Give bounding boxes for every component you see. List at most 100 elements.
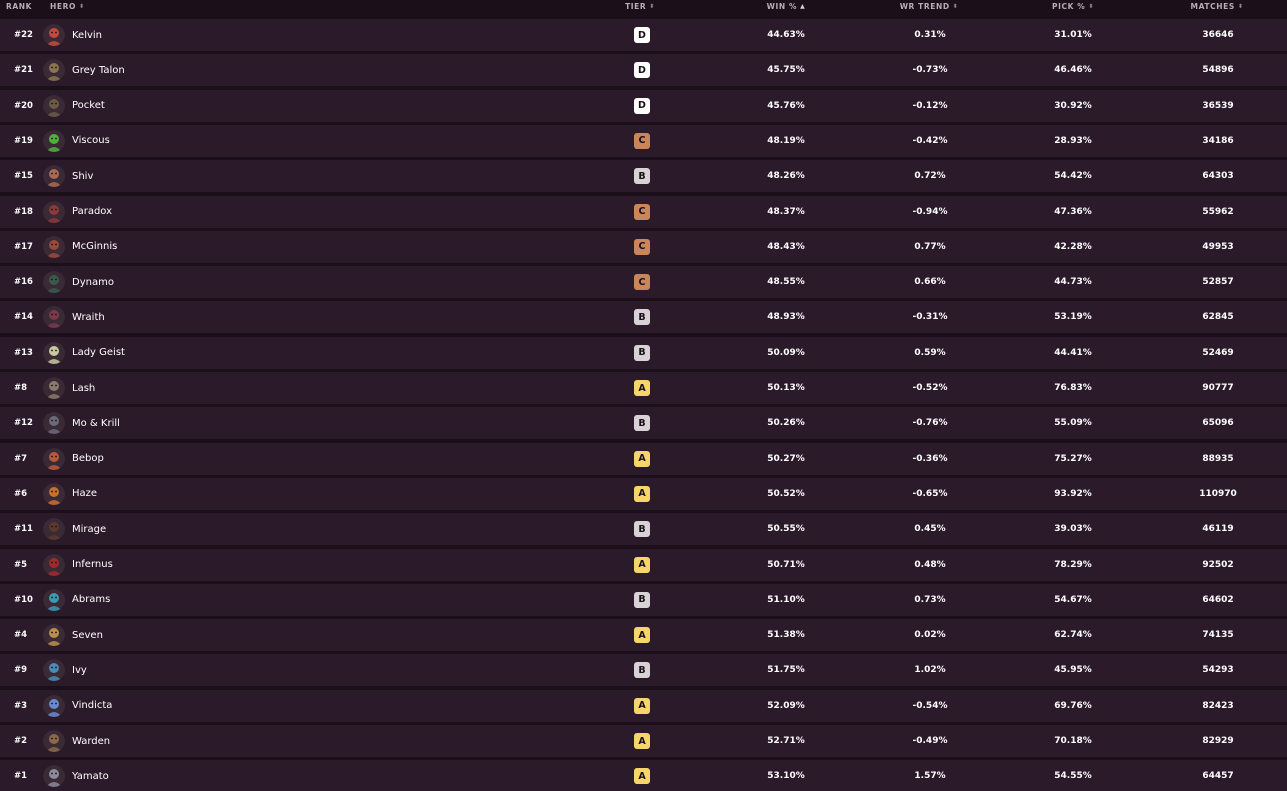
matches-cell: 54293 [1202, 665, 1234, 676]
hero-name[interactable]: Paradox [72, 196, 112, 228]
tier-badge: A [634, 380, 650, 396]
table-row[interactable]: #22 Kelvin D 44.63% 0.31% 31.01% 36646 [0, 19, 1287, 51]
table-row[interactable]: #20 Pocket D 45.76% -0.12% 30.92% 36539 [0, 89, 1287, 122]
column-header-trend[interactable]: WR TREND ⬍ [900, 1, 959, 11]
rank-cell: #3 [14, 700, 28, 711]
hero-name[interactable]: Wraith [72, 301, 105, 333]
win-rate-cell: 44.63% [767, 30, 805, 40]
win-rate-cell: 51.75% [767, 665, 805, 676]
table-row[interactable]: #17 McGinnis C 48.43% 0.77% 42.28% 49953 [0, 230, 1287, 263]
pick-rate-cell: 93.92% [1054, 488, 1092, 499]
hero-name[interactable]: Bebop [72, 443, 104, 475]
rank-cell: #22 [14, 30, 33, 40]
win-rate-cell: 45.75% [767, 65, 805, 76]
table-row[interactable]: #12 Mo & Krill B 50.26% -0.76% 55.09% 65096 [0, 407, 1287, 440]
hero-name[interactable]: Dynamo [72, 266, 114, 298]
column-header-pick[interactable]: PICK % ⬍ [1052, 1, 1094, 11]
win-rate-cell: 48.26% [767, 171, 805, 182]
table-row[interactable]: #13 Lady Geist B 50.09% 0.59% 44.41% 52469 [0, 336, 1287, 369]
table-row[interactable]: #19 Viscous C 48.19% -0.42% 28.93% 34186 [0, 124, 1287, 157]
tier-cell: D [634, 54, 650, 86]
matches-cell: 88935 [1202, 453, 1234, 464]
table-row[interactable]: #7 Bebop A 50.27% -0.36% 75.27% 88935 [0, 442, 1287, 475]
hero-name[interactable]: Abrams [72, 584, 110, 616]
tier-cell: A [634, 372, 650, 404]
win-rate-cell: 50.71% [767, 559, 805, 570]
table-row[interactable]: #9 Ivy B 51.75% 1.02% 45.95% 54293 [0, 654, 1287, 687]
hero-name[interactable]: Pocket [72, 90, 105, 122]
table-row[interactable]: #15 Shiv B 48.26% 0.72% 54.42% 64303 [0, 160, 1287, 193]
win-rate-cell: 53.10% [767, 771, 805, 782]
tier-badge: C [634, 238, 650, 255]
hero-avatar-icon [43, 553, 65, 576]
table-row[interactable]: #3 Vindicta A 52.09% -0.54% 69.76% 82423 [0, 689, 1287, 722]
wr-trend-cell: -0.52% [912, 383, 948, 393]
win-rate-cell: 48.37% [767, 206, 805, 217]
pick-rate-cell: 28.93% [1054, 135, 1092, 146]
sort-icon: ⬍ [952, 2, 959, 10]
hero-name[interactable]: McGinnis [72, 231, 117, 263]
column-header-matches[interactable]: MATCHES ⬍ [1191, 1, 1244, 11]
tier-cell: C [634, 196, 650, 228]
wr-trend-cell: -0.31% [912, 312, 948, 323]
matches-cell: 54896 [1202, 65, 1234, 76]
hero-name[interactable]: Vindicta [72, 690, 112, 722]
table-row[interactable]: #16 Dynamo C 48.55% 0.66% 44.73% 52857 [0, 266, 1287, 299]
wr-trend-cell: -0.49% [912, 736, 948, 746]
tier-cell: A [634, 690, 650, 722]
rank-cell: #6 [14, 488, 28, 499]
table-row[interactable]: #18 Paradox C 48.37% -0.94% 47.36% 55962 [0, 195, 1287, 228]
hero-name[interactable]: Haze [72, 478, 97, 510]
table-row[interactable]: #2 Warden A 52.71% -0.49% 70.18% 82929 [0, 725, 1287, 757]
table-row[interactable]: #1 Yamato A 53.10% 1.57% 54.55% 64457 [0, 760, 1287, 791]
rank-cell: #7 [14, 453, 28, 464]
table-row[interactable]: #10 Abrams B 51.10% 0.73% 54.67% 64602 [0, 583, 1287, 616]
tier-cell: B [634, 584, 650, 616]
column-header-rank-label: RANK [6, 1, 33, 11]
win-rate-cell: 52.71% [767, 736, 805, 746]
hero-name[interactable]: Grey Talon [72, 54, 125, 86]
sort-icon: ⬍ [1237, 2, 1244, 10]
tier-cell: C [634, 231, 650, 263]
hero-avatar-icon [43, 129, 65, 152]
table-row[interactable]: #8 Lash A 50.13% -0.52% 76.83% 90777 [0, 372, 1287, 404]
column-header-hero[interactable]: HERO ⬍ [50, 1, 85, 11]
table-row[interactable]: #4 Seven A 51.38% 0.02% 62.74% 74135 [0, 619, 1287, 652]
column-header-rank[interactable]: RANK [6, 1, 32, 11]
table-row[interactable]: #6 Haze A 50.52% -0.65% 93.92% 110970 [0, 477, 1287, 510]
hero-name[interactable]: Seven [72, 619, 103, 651]
hero-name[interactable]: Shiv [72, 160, 93, 192]
column-header-win[interactable]: WIN % ▲ [767, 1, 806, 11]
hero-name[interactable]: Yamato [72, 760, 109, 791]
hero-name[interactable]: Mirage [72, 513, 106, 545]
hero-avatar-icon [43, 730, 65, 752]
tier-badge: A [634, 627, 650, 644]
hero-name[interactable]: Kelvin [72, 19, 102, 51]
pick-rate-cell: 31.01% [1054, 30, 1092, 40]
tier-cell: A [634, 619, 650, 651]
hero-name[interactable]: Mo & Krill [72, 407, 120, 439]
column-header-tier[interactable]: TIER ⬍ [625, 1, 655, 11]
rank-cell: #2 [14, 736, 28, 746]
pick-rate-cell: 54.67% [1054, 594, 1092, 605]
table-row[interactable]: #5 Infernus A 50.71% 0.48% 78.29% 92502 [0, 548, 1287, 581]
wr-trend-cell: 1.02% [914, 665, 946, 676]
win-rate-cell: 48.93% [767, 312, 805, 323]
rank-cell: #5 [14, 559, 28, 570]
table-row[interactable]: #14 Wraith B 48.93% -0.31% 53.19% 62845 [0, 301, 1287, 334]
hero-name[interactable]: Infernus [72, 549, 113, 581]
hero-name[interactable]: Ivy [72, 654, 87, 686]
tier-badge: C [634, 203, 650, 220]
hero-name[interactable]: Viscous [72, 125, 110, 157]
hero-avatar-icon [43, 59, 65, 82]
table-row[interactable]: #11 Mirage B 50.55% 0.45% 39.03% 46119 [0, 513, 1287, 546]
pick-rate-cell: 42.28% [1054, 241, 1092, 252]
matches-cell: 34186 [1202, 135, 1234, 146]
table-row[interactable]: #21 Grey Talon D 45.75% -0.73% 46.46% 54896 [0, 54, 1287, 87]
tier-cell: A [634, 478, 650, 510]
tier-badge: A [634, 485, 650, 502]
hero-name[interactable]: Lash [72, 372, 95, 404]
hero-name[interactable]: Warden [72, 725, 110, 757]
hero-name[interactable]: Lady Geist [72, 337, 125, 369]
win-rate-cell: 48.55% [767, 277, 805, 288]
